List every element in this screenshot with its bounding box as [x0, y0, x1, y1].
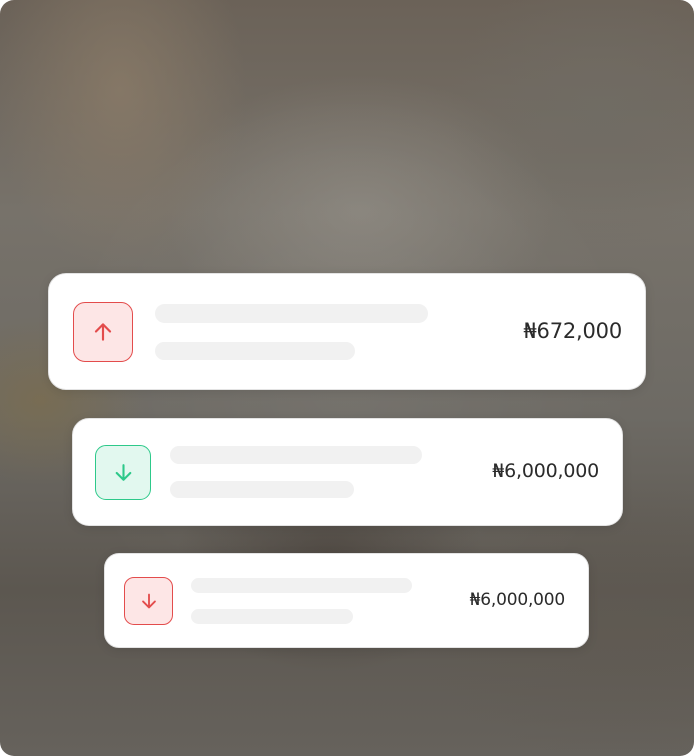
incoming-indicator: [95, 445, 151, 500]
placeholder-subtitle-bar: [191, 609, 353, 624]
arrow-up-icon: [94, 323, 112, 341]
transaction-card[interactable]: ₦672,000: [48, 273, 646, 390]
transaction-amount: ₦6,000,000: [492, 460, 599, 482]
transaction-card[interactable]: ₦6,000,000: [104, 553, 589, 648]
arrow-down-icon: [115, 464, 131, 481]
transaction-amount: ₦672,000: [523, 319, 622, 343]
placeholder-subtitle-bar: [170, 481, 354, 498]
placeholder-title-bar: [191, 578, 412, 593]
blurred-photo-background: ₦672,000 ₦6,000,000 ₦6,000,000: [0, 0, 694, 756]
placeholder-subtitle-bar: [155, 342, 355, 360]
arrow-down-icon: [141, 593, 156, 609]
outgoing-indicator: [73, 302, 133, 362]
transaction-card[interactable]: ₦6,000,000: [72, 418, 623, 526]
placeholder-title-bar: [170, 446, 422, 464]
transaction-amount: ₦6,000,000: [469, 590, 566, 610]
placeholder-title-bar: [155, 304, 428, 323]
outgoing-indicator: [124, 577, 173, 625]
